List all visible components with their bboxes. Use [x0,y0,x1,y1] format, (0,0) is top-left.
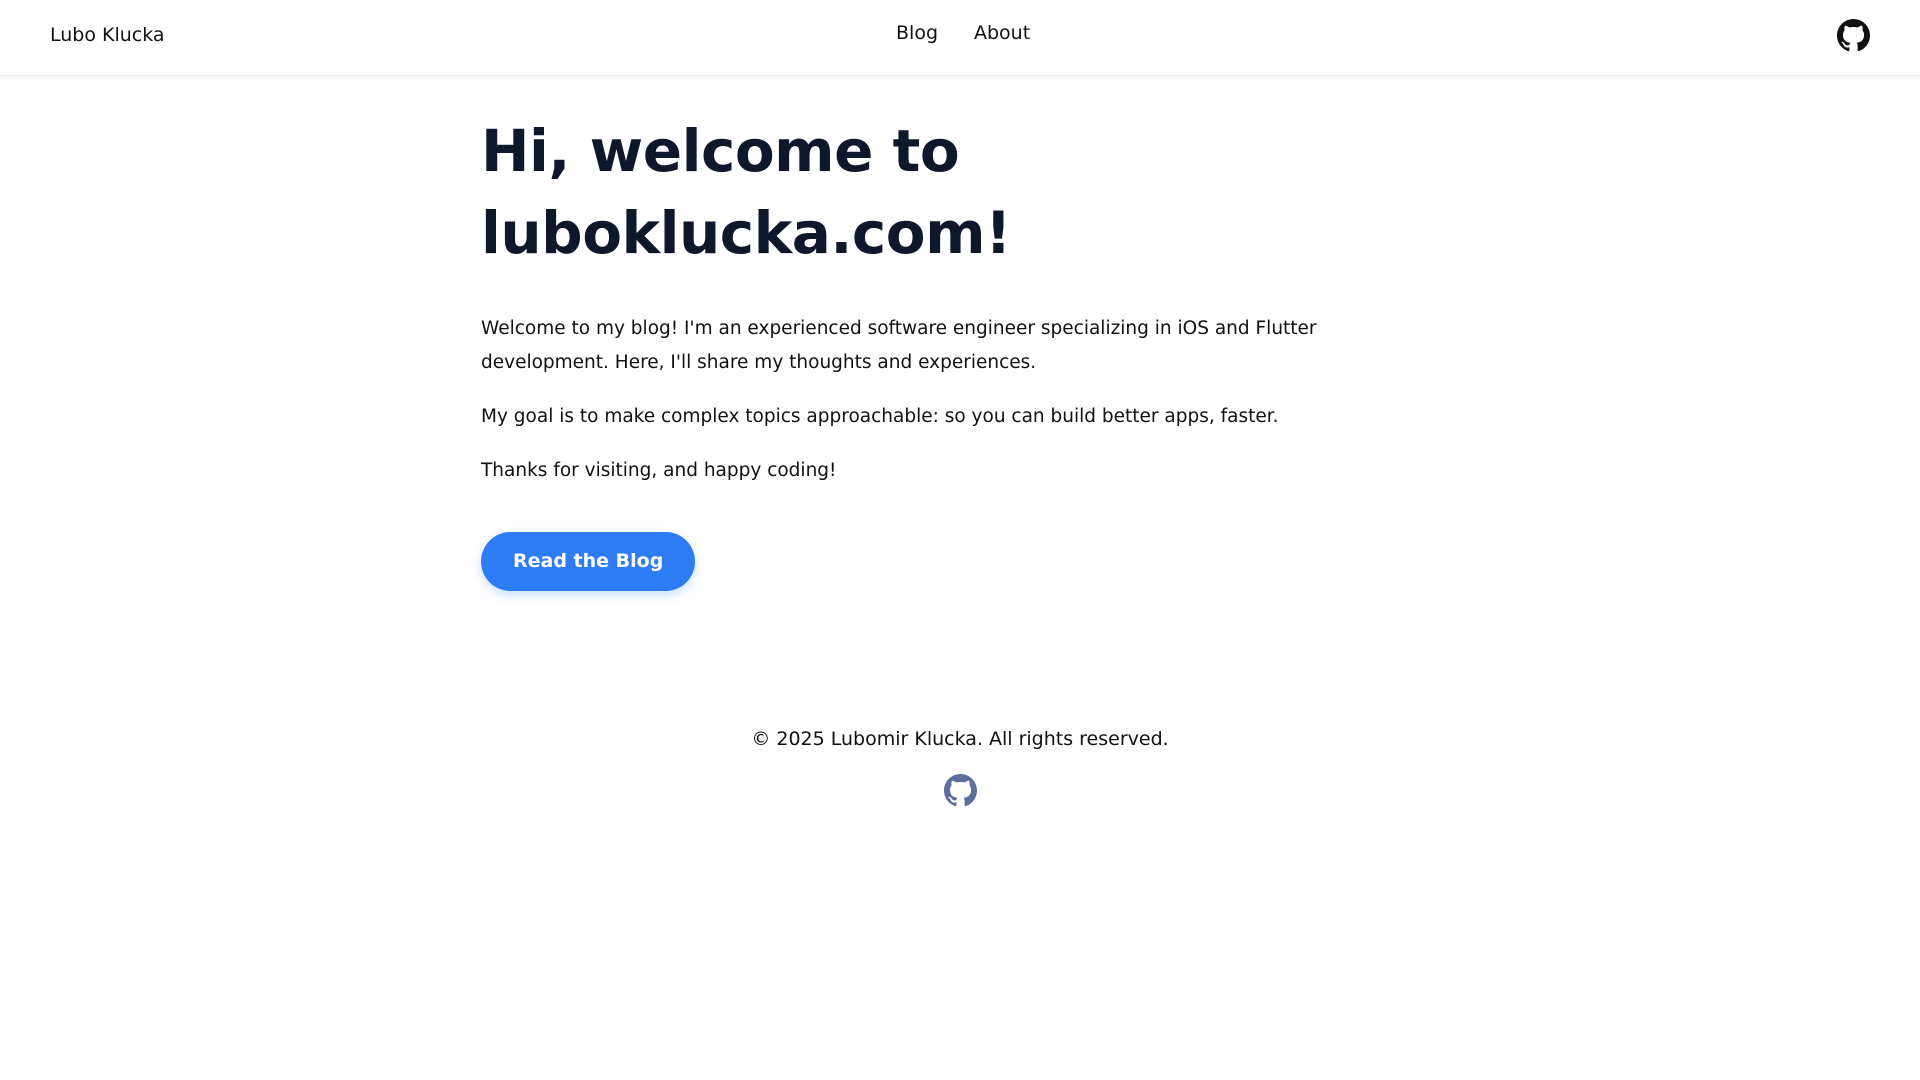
github-icon[interactable] [943,774,977,807]
copyright-text: © 2025 Lubomir Klucka. All rights reserv… [751,728,1169,750]
site-header: Lubo Klucka Blog About [0,0,1920,76]
goal-paragraph: My goal is to make complex topics approa… [481,406,1279,427]
site-footer: © 2025 Lubomir Klucka. All rights reserv… [0,728,1920,811]
main-content: Hi, welcome to luboklucka.com! Welcome t… [481,110,1441,591]
intro-paragraph: Welcome to my blog! I'm an experienced s… [481,318,1317,373]
read-the-blog-button[interactable]: Read the Blog [481,532,696,591]
brand-link[interactable]: Lubo Klucka [50,24,165,46]
page-title: Hi, welcome to luboklucka.com! [481,117,1012,267]
thanks-paragraph: Thanks for visiting, and happy coding! [481,460,837,481]
nav-link-blog[interactable]: Blog [896,22,938,44]
main-nav: Blog About [896,22,1030,44]
nav-link-about[interactable]: About [974,22,1030,44]
github-icon[interactable] [1837,19,1870,52]
